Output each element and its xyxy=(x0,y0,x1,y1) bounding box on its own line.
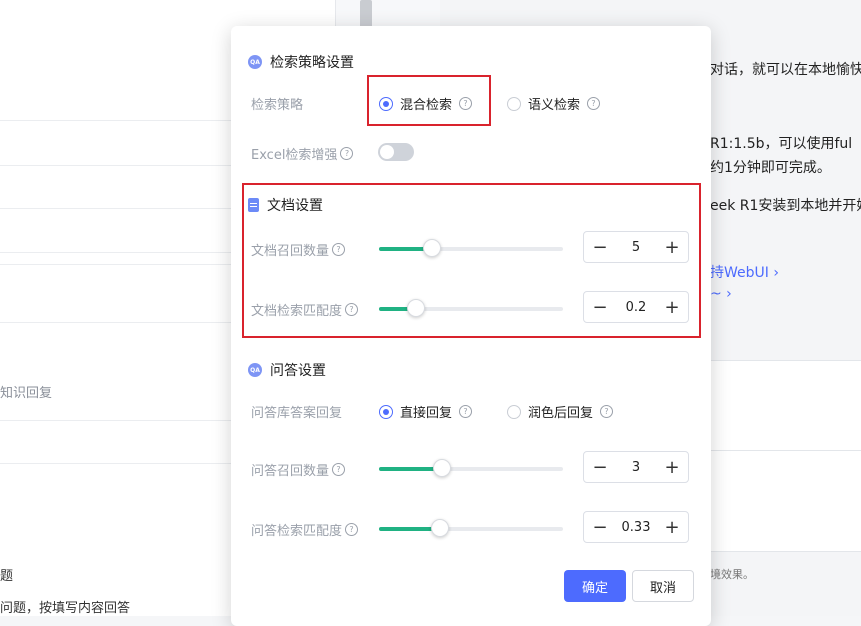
qa-recall-stepper[interactable]: − 3 + xyxy=(583,451,689,483)
plus-icon[interactable]: + xyxy=(656,232,688,262)
minus-icon[interactable]: − xyxy=(584,452,616,482)
strategy-label: 检索策略 xyxy=(251,94,303,113)
plus-icon[interactable]: + xyxy=(656,292,688,322)
radio-selected-icon[interactable] xyxy=(379,96,393,111)
radio-polished-label: 润色后回复 xyxy=(528,406,594,421)
doc-recall-label-text: 文档召回数量 xyxy=(251,244,330,259)
background-text: 约1分钟即可完成。 xyxy=(710,160,831,176)
doc-match-value[interactable]: 0.2 xyxy=(616,300,656,315)
qa-recall-label-text: 问答召回数量 xyxy=(251,464,330,479)
excel-enhance-toggle[interactable] xyxy=(378,143,414,161)
slider-thumb[interactable] xyxy=(406,299,425,317)
radio-unselected-icon[interactable] xyxy=(507,404,521,419)
background-text: 题 xyxy=(0,569,14,584)
qa-recall-label: 问答召回数量 ? xyxy=(251,460,346,479)
doc-match-stepper[interactable]: − 0.2 + xyxy=(583,291,689,323)
background-card xyxy=(710,360,861,452)
plus-icon[interactable]: + xyxy=(656,452,688,482)
radio-hybrid-search[interactable]: 混合检索 ? xyxy=(379,94,473,113)
help-icon[interactable]: ? xyxy=(459,97,473,110)
background-text: R1:1.5b，可以使用ful xyxy=(710,136,853,152)
help-icon[interactable]: ? xyxy=(345,523,359,536)
radio-selected-icon[interactable] xyxy=(379,404,393,419)
qa-match-label: 问答检索匹配度 ? xyxy=(251,520,359,539)
help-icon[interactable]: ? xyxy=(332,463,346,476)
radio-hybrid-label: 混合检索 xyxy=(400,98,453,113)
background-link: 持WebUI › xyxy=(710,265,779,281)
minus-icon[interactable]: − xyxy=(584,512,616,542)
doc-recall-value[interactable]: 5 xyxy=(616,240,656,255)
retrieval-title-label: 检索策略设置 xyxy=(270,55,354,71)
radio-semantic-label: 语义检索 xyxy=(528,98,581,113)
document-section-title: 文档设置 xyxy=(248,195,323,215)
radio-direct-label: 直接回复 xyxy=(400,406,453,421)
doc-recall-stepper[interactable]: − 5 + xyxy=(583,231,689,263)
plus-icon[interactable]: + xyxy=(656,512,688,542)
document-icon xyxy=(248,198,259,212)
strategy-label-text: 检索策略 xyxy=(251,98,304,113)
slider-thumb[interactable] xyxy=(432,459,451,477)
help-icon[interactable]: ? xyxy=(459,405,473,418)
background-text: eek R1安装到本地并开始 xyxy=(710,198,861,214)
background-card xyxy=(710,450,861,552)
background-link: ~ › xyxy=(710,286,732,302)
qa-reply-label: 问答库答案回复 xyxy=(251,402,342,421)
qa-recall-value[interactable]: 3 xyxy=(616,460,656,475)
qa-title-label: 问答设置 xyxy=(270,363,326,379)
radio-unselected-icon[interactable] xyxy=(507,96,521,111)
minus-icon[interactable]: − xyxy=(584,292,616,322)
background-hint: 境效果。 xyxy=(710,568,754,581)
slider-thumb[interactable] xyxy=(430,519,449,537)
qa-match-stepper[interactable]: − 0.33 + xyxy=(583,511,689,543)
doc-match-label-text: 文档检索匹配度 xyxy=(251,304,343,319)
excel-enhance-label-text: Excel检索增强 xyxy=(251,148,338,163)
qa-match-label-text: 问答检索匹配度 xyxy=(251,524,343,539)
qa-recall-slider[interactable] xyxy=(379,459,563,477)
help-icon[interactable]: ? xyxy=(332,243,346,256)
help-icon[interactable]: ? xyxy=(340,147,354,160)
retrieval-section-title: QA 检索策略设置 xyxy=(248,52,354,72)
background-text: 对话，就可以在本地愉快 xyxy=(710,62,861,78)
radio-polished-reply[interactable]: 润色后回复 ? xyxy=(507,402,614,421)
cancel-button[interactable]: 取消 xyxy=(632,570,694,602)
excel-enhance-label: Excel检索增强 ? xyxy=(251,144,354,163)
doc-match-slider[interactable] xyxy=(379,299,563,317)
radio-direct-reply[interactable]: 直接回复 ? xyxy=(379,402,473,421)
doc-match-label: 文档检索匹配度 ? xyxy=(251,300,359,319)
qa-icon: QA xyxy=(248,55,262,69)
doc-recall-slider[interactable] xyxy=(379,239,563,257)
qa-icon: QA xyxy=(248,363,262,377)
qa-match-value[interactable]: 0.33 xyxy=(616,520,656,535)
document-title-label: 文档设置 xyxy=(267,198,323,214)
settings-modal: QA 检索策略设置 检索策略 混合检索 ? 语义检索 ? Excel检索增强 ?… xyxy=(231,26,711,626)
radio-semantic-search[interactable]: 语义检索 ? xyxy=(507,94,601,113)
qa-reply-label-text: 问答库答案回复 xyxy=(251,406,343,421)
doc-recall-label: 文档召回数量 ? xyxy=(251,240,346,259)
background-text: 知识回复 xyxy=(0,386,53,401)
help-icon[interactable]: ? xyxy=(600,405,614,418)
confirm-button[interactable]: 确定 xyxy=(564,570,626,602)
help-icon[interactable]: ? xyxy=(587,97,601,110)
qa-section-title: QA 问答设置 xyxy=(248,360,326,380)
background-text: 问题，按填写内容回答 xyxy=(0,601,131,616)
minus-icon[interactable]: − xyxy=(584,232,616,262)
help-icon[interactable]: ? xyxy=(345,303,359,316)
qa-match-slider[interactable] xyxy=(379,519,563,537)
